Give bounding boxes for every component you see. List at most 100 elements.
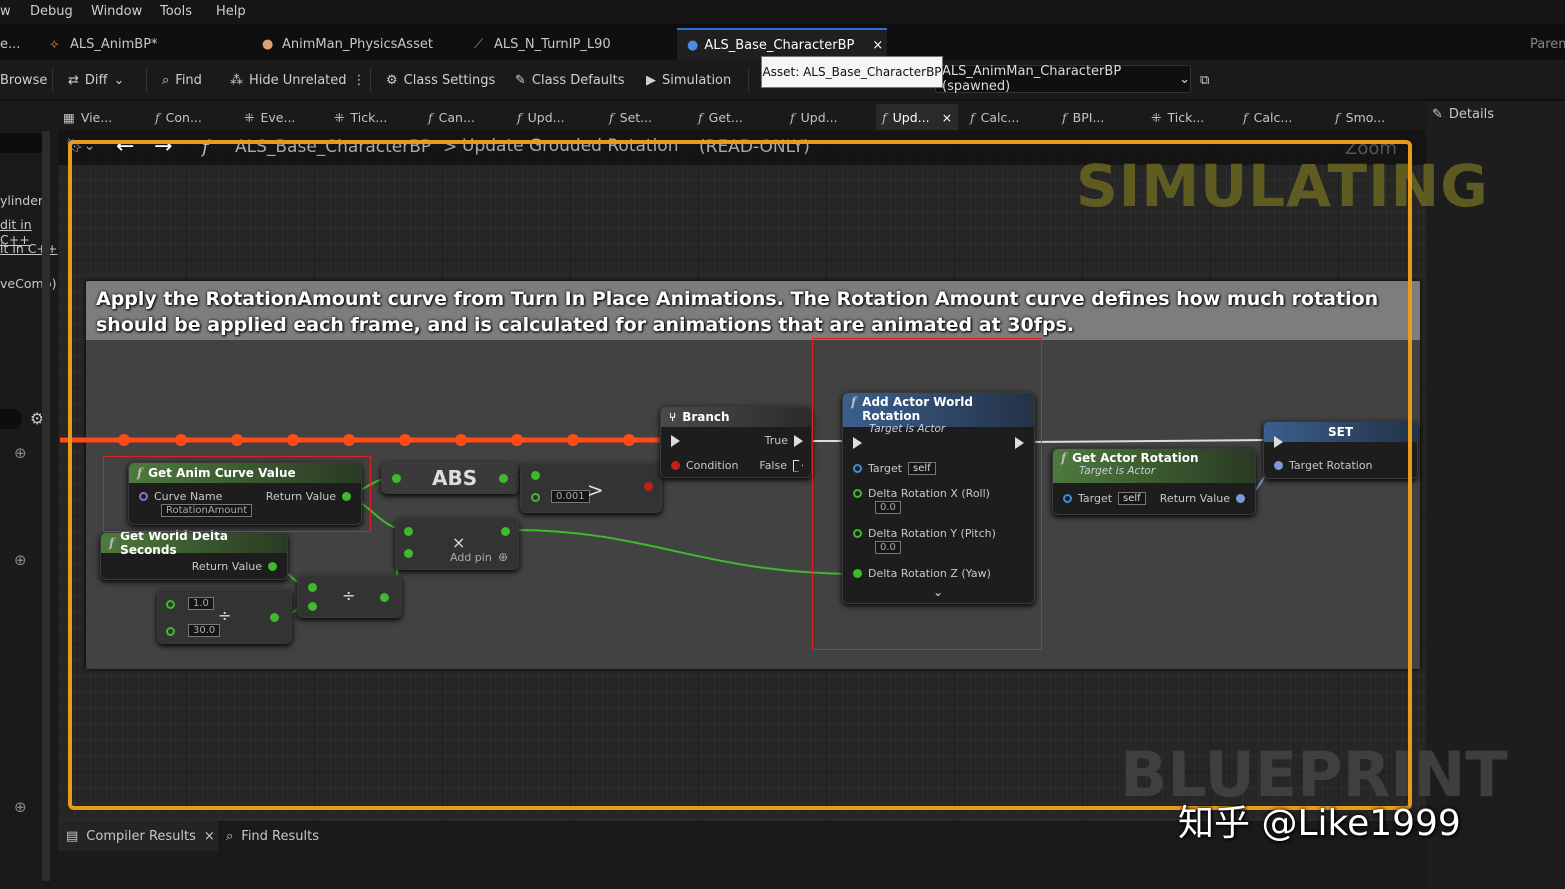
graph-tab[interactable]: f Set... xyxy=(609,104,652,130)
menu-debug[interactable]: Debug xyxy=(30,4,73,19)
debug-filter-button[interactable]: ⧉ xyxy=(1200,68,1209,92)
input-pin[interactable] xyxy=(531,493,540,502)
exec-in-pin[interactable] xyxy=(853,437,862,449)
input-pin[interactable] xyxy=(308,602,317,611)
browse-button[interactable]: Browse xyxy=(0,68,47,92)
false-pin[interactable] xyxy=(793,459,803,472)
target-pin[interactable] xyxy=(1063,494,1072,503)
graph-tab[interactable]: f Calc... xyxy=(970,104,1019,130)
add-icon[interactable]: ⊕ xyxy=(14,551,27,569)
value-field[interactable]: 30.0 xyxy=(188,624,221,637)
divide-node[interactable]: 1.0 30.0 ÷ xyxy=(157,589,292,644)
breadcrumb-blueprint[interactable]: ALS_Base_CharacterBP xyxy=(235,137,431,157)
graph-tab[interactable]: f Calc... xyxy=(1243,104,1292,130)
true-pin[interactable] xyxy=(794,434,803,447)
bookmark-icon[interactable]: 🔖︎⌄ xyxy=(66,138,96,154)
simulation-button[interactable]: ▶ Simulation xyxy=(646,68,731,92)
target-pin[interactable] xyxy=(853,464,862,473)
graph-tab[interactable]: f Can... xyxy=(428,104,475,130)
input-pin[interactable] xyxy=(166,600,175,609)
target-rotation-pin[interactable] xyxy=(1274,461,1283,470)
get-anim-curve-value-node[interactable]: f Get Anim Curve Value Curve Name Rotatio… xyxy=(128,462,362,525)
chevron-down-icon[interactable]: ⌄ xyxy=(933,585,943,599)
doc-tab[interactable]: e... xyxy=(0,28,30,60)
graph-tab[interactable]: ⁜ Tick... xyxy=(334,104,387,130)
graph-tab[interactable]: f Upd... xyxy=(790,104,838,130)
input-pin[interactable] xyxy=(166,627,175,636)
forward-arrow-icon[interactable]: → xyxy=(154,134,172,159)
graph-tab[interactable]: f BPI... xyxy=(1062,104,1104,130)
diff-button[interactable]: ⇄ Diff ⌄ xyxy=(68,68,124,92)
output-pin[interactable] xyxy=(499,474,508,483)
scrollbar[interactable] xyxy=(42,131,50,881)
input-pin[interactable] xyxy=(392,474,401,483)
delta-roll-pin[interactable] xyxy=(853,489,862,498)
search-input[interactable] xyxy=(0,409,22,429)
more-options-icon[interactable]: ⋮ xyxy=(353,73,366,88)
graph-tab[interactable]: f Upd... × xyxy=(876,104,959,130)
menu-window[interactable]: Window xyxy=(91,4,142,19)
greater-than-node[interactable]: 0.001 > xyxy=(520,463,662,513)
value-field[interactable]: 0.001 xyxy=(551,490,590,503)
graph-tab[interactable]: f Con... xyxy=(155,104,202,130)
doc-tab-physics[interactable]: ● AnimMan_PhysicsAsset xyxy=(252,28,443,60)
add-icon[interactable]: ⊕ xyxy=(14,798,27,816)
input-pin[interactable] xyxy=(308,583,317,592)
close-icon[interactable]: × xyxy=(942,110,952,125)
add-pin-button[interactable]: Add pin xyxy=(450,551,492,564)
input-pin[interactable] xyxy=(531,471,540,480)
abs-node[interactable]: ABS xyxy=(381,462,519,494)
graph-tab[interactable]: f Get... xyxy=(698,104,743,130)
details-tab[interactable]: ✎ Details xyxy=(1432,107,1494,122)
class-defaults-button[interactable]: ✎ Class Defaults xyxy=(515,68,625,92)
add-icon[interactable]: ⊕ xyxy=(14,444,27,462)
doc-tab-turnip[interactable]: ⟋ ALS_N_TurnIP_L90 xyxy=(464,28,621,60)
compiler-results-tab[interactable]: ▤ Compiler Results × xyxy=(58,821,218,851)
input-pin[interactable] xyxy=(404,549,413,558)
value-field[interactable]: 0.0 xyxy=(875,541,901,554)
delta-pitch-pin[interactable] xyxy=(853,529,862,538)
class-settings-button[interactable]: ⚙ Class Settings xyxy=(386,68,495,92)
back-arrow-icon[interactable]: ← xyxy=(116,134,134,159)
output-pin[interactable] xyxy=(644,482,653,491)
input-pin[interactable] xyxy=(404,527,413,536)
add-actor-world-rotation-node[interactable]: f Add Actor World Rotation Target is Actor… xyxy=(842,392,1035,604)
menu-tools[interactable]: Tools xyxy=(160,4,192,19)
curve-name-field[interactable]: RotationAmount xyxy=(161,504,253,517)
value-field[interactable]: 0.0 xyxy=(875,501,901,514)
close-icon[interactable]: × xyxy=(872,38,883,53)
return-value-pin[interactable] xyxy=(268,562,277,571)
doc-tab-animbp[interactable]: ⟡ ALS_AnimBP* xyxy=(40,28,168,60)
output-pin[interactable] xyxy=(380,593,389,602)
exec-out-pin[interactable] xyxy=(1015,437,1024,449)
get-world-delta-seconds-node[interactable]: f Get World Delta Seconds Return Value xyxy=(100,529,288,580)
graph-tab[interactable]: f Smo... xyxy=(1335,104,1385,130)
return-value-pin[interactable] xyxy=(342,492,351,501)
list-item[interactable]: ylinder) xyxy=(0,193,48,208)
graph-tab[interactable]: ▦ Vie... xyxy=(63,104,112,130)
debug-object-dropdown[interactable]: ALS_AnimMan_CharacterBP (spawned) ⌄ xyxy=(935,64,1191,94)
search-input[interactable] xyxy=(0,133,46,153)
add-icon[interactable]: ⊕ xyxy=(498,550,508,564)
condition-pin[interactable] xyxy=(671,461,680,470)
multiply-node[interactable]: × Add pin ⊕ xyxy=(395,518,519,570)
curve-name-pin[interactable] xyxy=(139,492,148,501)
find-results-tab[interactable]: ⌕ Find Results xyxy=(226,821,319,851)
output-pin[interactable] xyxy=(270,613,279,622)
exec-in-pin[interactable] xyxy=(671,435,680,447)
hide-unrelated-button[interactable]: ⁂ Hide Unrelated ⋮ xyxy=(230,68,366,92)
close-icon[interactable]: × xyxy=(204,829,215,844)
exec-in-pin[interactable] xyxy=(1274,436,1283,448)
get-actor-rotation-node[interactable]: f Get Actor Rotation Target is Actor Targe… xyxy=(1052,448,1256,515)
divide-node[interactable]: ÷ xyxy=(297,575,402,618)
menu-help[interactable]: Help xyxy=(216,4,246,19)
menu-item[interactable]: w xyxy=(0,4,11,19)
find-button[interactable]: ⌕ Find xyxy=(162,68,202,92)
output-pin[interactable] xyxy=(501,527,510,536)
graph-tab[interactable]: f Upd... xyxy=(517,104,565,130)
return-value-pin[interactable] xyxy=(1236,494,1245,503)
breadcrumb-function[interactable]: Update Grouded Rotation xyxy=(462,136,678,156)
value-field[interactable]: 1.0 xyxy=(188,597,214,610)
delta-yaw-pin[interactable] xyxy=(853,569,862,578)
graph-tab[interactable]: ⁜ Eve... xyxy=(244,104,295,130)
